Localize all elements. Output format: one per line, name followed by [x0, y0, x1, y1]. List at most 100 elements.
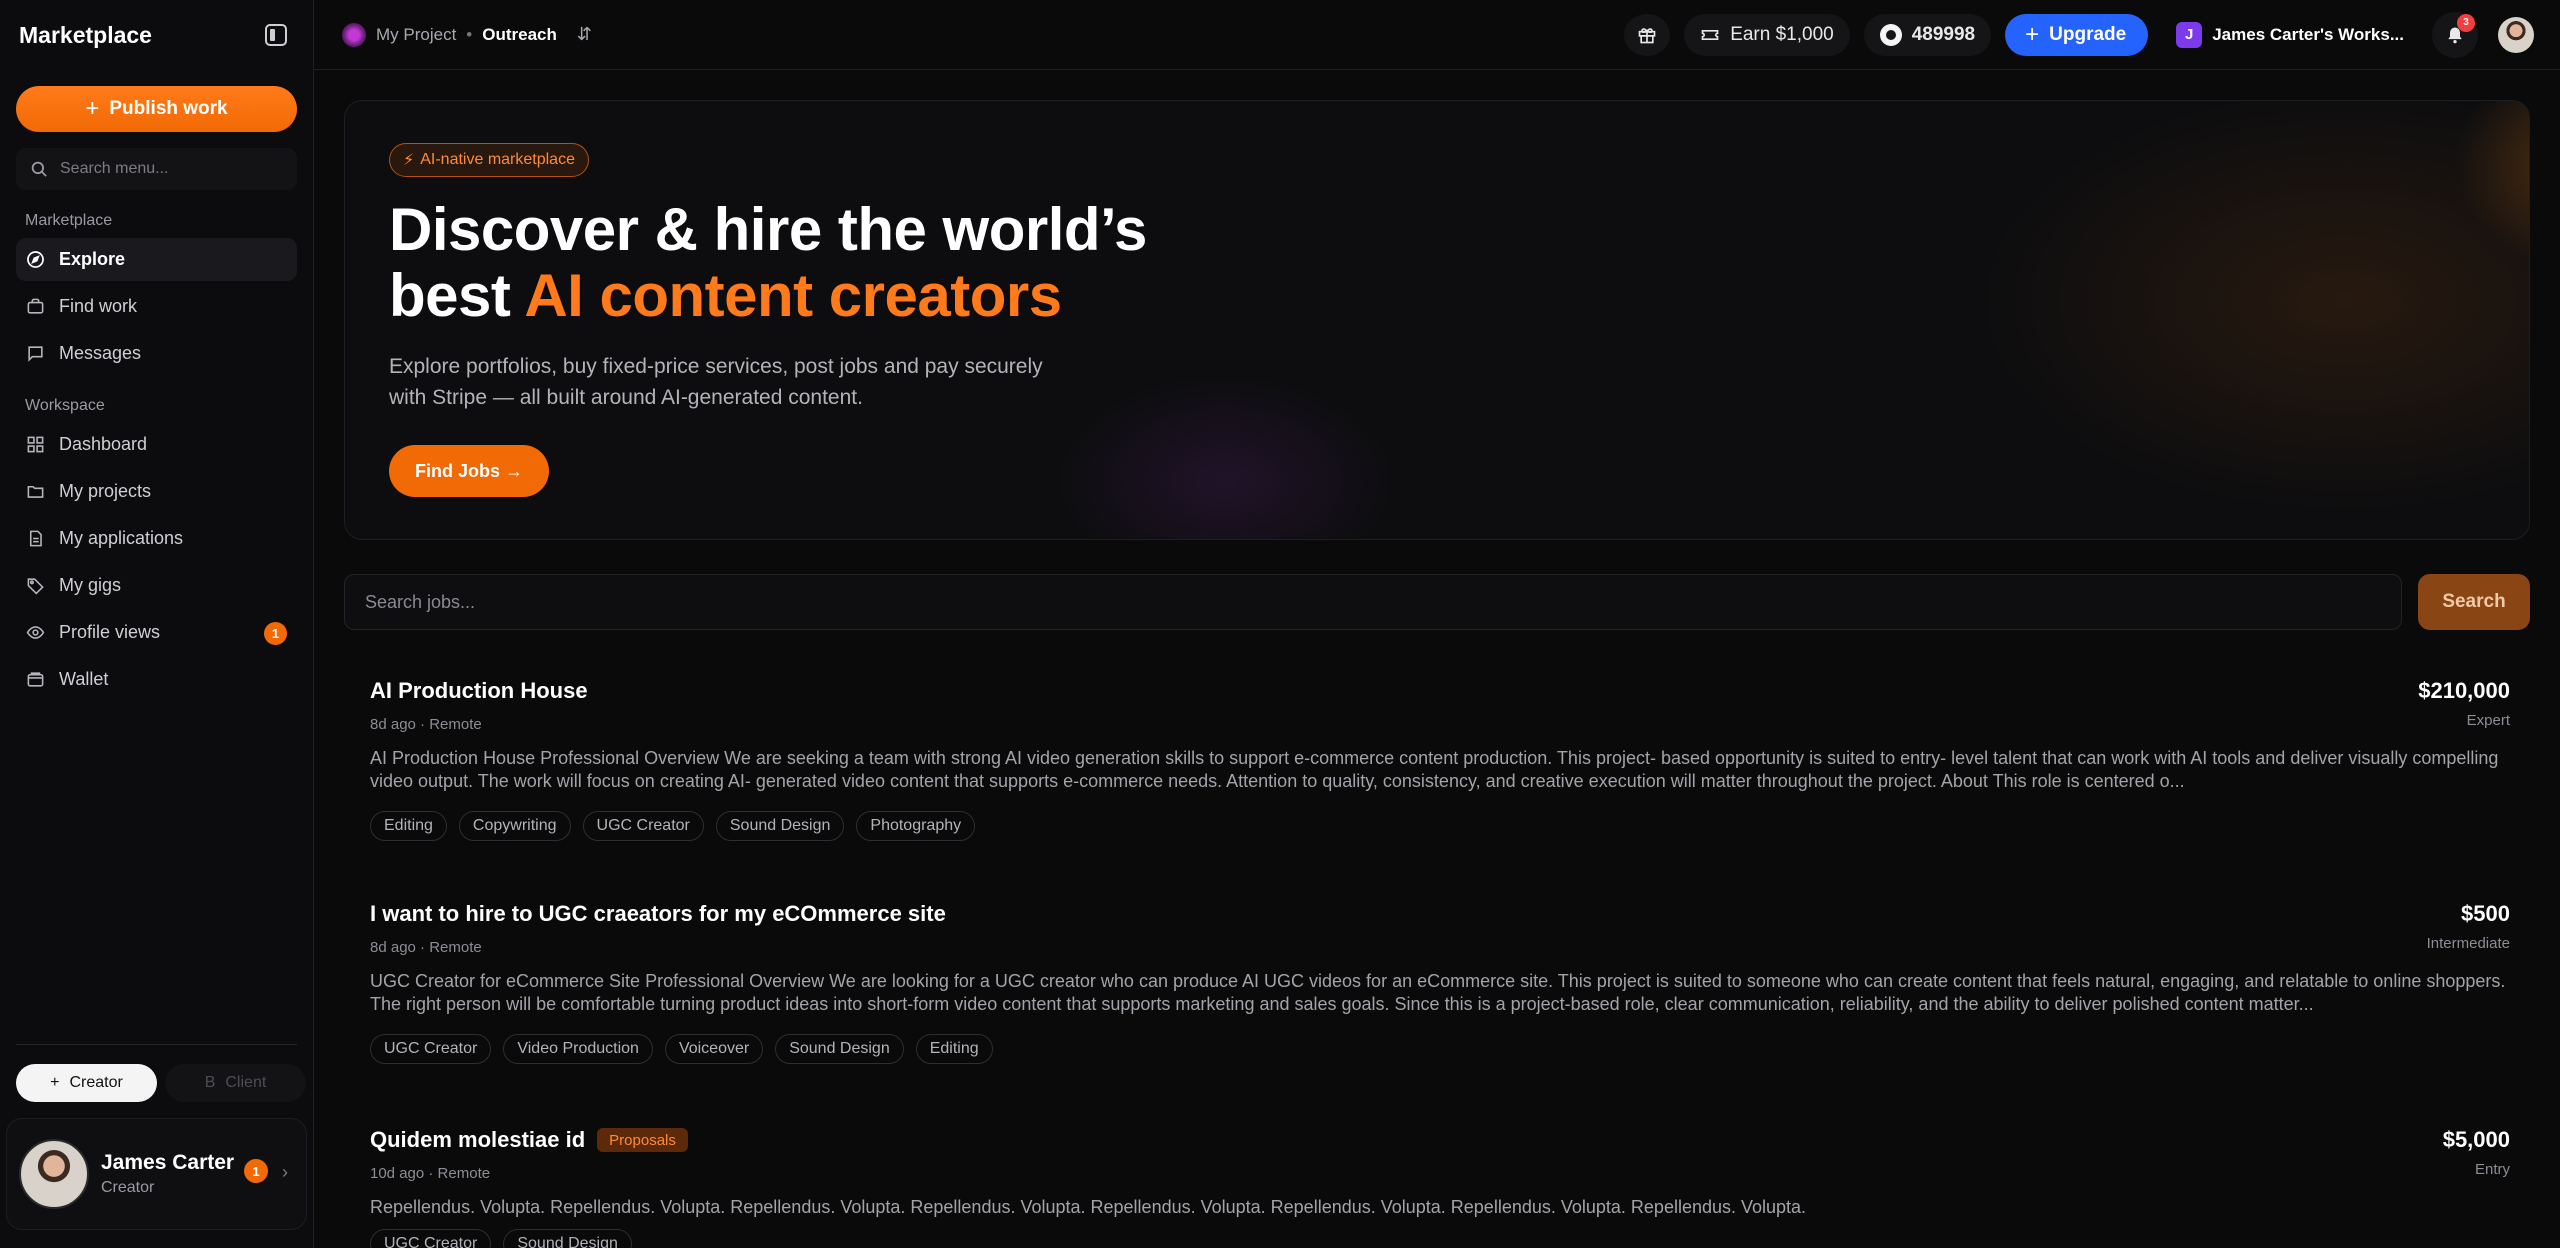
job-card[interactable]: AI Production House 8d ago · Remote $210…: [370, 678, 2510, 841]
workspace-switcher[interactable]: J James Carter's Works...: [2162, 21, 2418, 48]
user-role: Creator: [101, 1179, 155, 1196]
upgrade-button[interactable]: + Upgrade: [2005, 13, 2149, 56]
find-jobs-button[interactable]: Find Jobs →: [389, 445, 549, 497]
role-creator-button[interactable]: + Creator: [16, 1064, 157, 1102]
job-title[interactable]: I want to hire to UGC craeators for my e…: [370, 901, 2510, 927]
job-tag[interactable]: Photography: [856, 811, 976, 841]
hero-title-accent: AI content creators: [524, 262, 1062, 329]
job-tag[interactable]: Voiceover: [664, 1034, 764, 1064]
job-tag[interactable]: Editing: [915, 1034, 993, 1064]
notifications-button[interactable]: 3: [2432, 11, 2478, 58]
sidebar-item-label: Explore: [59, 249, 126, 269]
sidebar-item-label: Wallet: [59, 669, 109, 689]
job-price: $210,000: [2418, 678, 2510, 703]
hero-title: Discover & hire the world’s best AI cont…: [389, 197, 1147, 329]
job-title[interactable]: Quidem molestiae id Proposals: [370, 1127, 2510, 1153]
job-price: $5,000: [2442, 1127, 2510, 1152]
job-tag[interactable]: Sound Design: [715, 811, 845, 841]
earn-button[interactable]: Earn $1,000: [1684, 13, 1850, 56]
sidebar-item-wallet[interactable]: Wallet: [16, 658, 297, 701]
sidebar-item-label: My gigs: [59, 575, 122, 595]
main-content: My Project • Outreach ⇵ Earn $1,000 4899…: [314, 0, 2560, 1248]
chevron-right-icon: ›: [282, 1162, 288, 1182]
job-tag[interactable]: Editing: [370, 811, 447, 841]
job-title[interactable]: AI Production House: [370, 678, 2510, 704]
job-tag[interactable]: UGC Creator: [370, 1034, 492, 1064]
sidebar-toggle-icon[interactable]: [265, 24, 287, 46]
job-search-input[interactable]: [365, 591, 2381, 613]
role-creator-label: Creator: [69, 1074, 123, 1091]
job-tag[interactable]: Video Production: [503, 1034, 653, 1064]
swap-icon[interactable]: ⇵: [577, 24, 592, 45]
profile-views-badge: 1: [264, 622, 287, 645]
role-client-label: Client: [225, 1074, 267, 1091]
breadcrumb-project[interactable]: My Project: [376, 25, 456, 45]
hero-tag: ⚡ AI-native marketplace: [389, 143, 589, 177]
sidebar-divider: [16, 1044, 297, 1045]
credits-value: 489998: [1911, 23, 1976, 45]
job-description: Repellendus. Volupta. Repellendus. Volup…: [370, 1197, 1807, 1217]
job-card[interactable]: Quidem molestiae id Proposals 10d ago · …: [370, 1127, 2510, 1248]
role-client-button[interactable]: B Client: [165, 1064, 306, 1102]
job-tag[interactable]: Sound Design: [503, 1229, 632, 1248]
lightning-icon: ⚡: [403, 152, 415, 169]
workspace-initial: J: [2176, 21, 2203, 48]
job-meta: 8d ago · Remote: [370, 716, 482, 733]
section-label-workspace: Workspace: [25, 397, 105, 414]
topbar-actions: Earn $1,000 489998 + Upgrade J James Car…: [1624, 11, 2534, 58]
message-icon: [25, 344, 45, 364]
hero-banner: ⚡ AI-native marketplace Discover & hire …: [344, 100, 2530, 540]
sidebar-search[interactable]: [16, 148, 297, 190]
job-description: AI Production House Professional Overvie…: [370, 748, 2499, 791]
job-tag[interactable]: UGC Creator: [370, 1229, 492, 1248]
sidebar-item-find-work[interactable]: Find work: [16, 285, 297, 328]
notification-badge: 3: [2457, 13, 2475, 32]
sidebar-item-label: Dashboard: [59, 434, 148, 454]
hero-tag-label: AI-native marketplace: [420, 151, 575, 168]
job-tags: UGC Creator Video Production Voiceover S…: [370, 1034, 2510, 1064]
sidebar-item-explore[interactable]: Explore: [16, 238, 297, 281]
avatar: [19, 1139, 89, 1209]
sidebar-search-input[interactable]: [60, 160, 280, 178]
job-card[interactable]: I want to hire to UGC craeators for my e…: [370, 901, 2510, 1064]
sidebar-item-label: My projects: [59, 481, 152, 501]
gift-icon: [1638, 27, 1656, 43]
hero-title-line1: Discover & hire the world’s: [389, 196, 1147, 263]
sidebar-item-label: My applications: [59, 528, 184, 548]
job-tag[interactable]: UGC Creator: [582, 811, 704, 841]
coin-icon: [1879, 23, 1902, 46]
publish-work-button[interactable]: + Publish work: [16, 86, 297, 132]
job-search-box[interactable]: [344, 574, 2402, 630]
client-initial: B: [204, 1074, 216, 1091]
tag-icon: [25, 576, 45, 596]
job-tags: Editing Copywriting UGC Creator Sound De…: [370, 811, 2510, 841]
job-level: Expert: [2466, 712, 2510, 729]
app-root: Marketplace + Publish work Marketplace E…: [0, 0, 2560, 1248]
job-tag[interactable]: Copywriting: [458, 811, 571, 841]
grid-icon: [25, 435, 45, 455]
avatar[interactable]: [2498, 16, 2534, 53]
sidebar-item-dashboard[interactable]: Dashboard: [16, 423, 297, 466]
gift-button[interactable]: [1624, 13, 1671, 56]
sidebar-item-profile-views[interactable]: Profile views 1: [16, 611, 297, 654]
sidebar-item-my-gigs[interactable]: My gigs: [16, 564, 297, 607]
workspace-name: James Carter's Works...: [2212, 24, 2404, 44]
sidebar-item-my-projects[interactable]: My projects: [16, 470, 297, 513]
breadcrumb-separator: •: [466, 24, 473, 44]
job-tags: UGC Creator Sound Design: [370, 1229, 2510, 1248]
search-button[interactable]: Search: [2418, 574, 2530, 630]
breadcrumb-page[interactable]: Outreach: [482, 25, 557, 45]
breadcrumb: My Project • Outreach ⇵: [342, 22, 592, 47]
credits-pill[interactable]: 489998: [1863, 13, 1992, 56]
plus-icon: +: [85, 95, 100, 122]
briefcase-icon: [25, 297, 45, 317]
sidebar-item-messages[interactable]: Messages: [16, 332, 297, 375]
job-title-text: I want to hire to UGC craeators for my e…: [370, 901, 946, 926]
hero-subtitle-line1: Explore portfolios, buy fixed-price serv…: [389, 355, 1043, 378]
hero-title-prefix: best: [389, 262, 525, 329]
job-tag[interactable]: Sound Design: [775, 1034, 904, 1064]
user-card[interactable]: James Carter Creator 1 ›: [6, 1118, 307, 1230]
sidebar-title: Marketplace: [19, 21, 152, 48]
sidebar-item-my-applications[interactable]: My applications: [16, 517, 297, 560]
topbar: My Project • Outreach ⇵ Earn $1,000 4899…: [314, 0, 2560, 70]
